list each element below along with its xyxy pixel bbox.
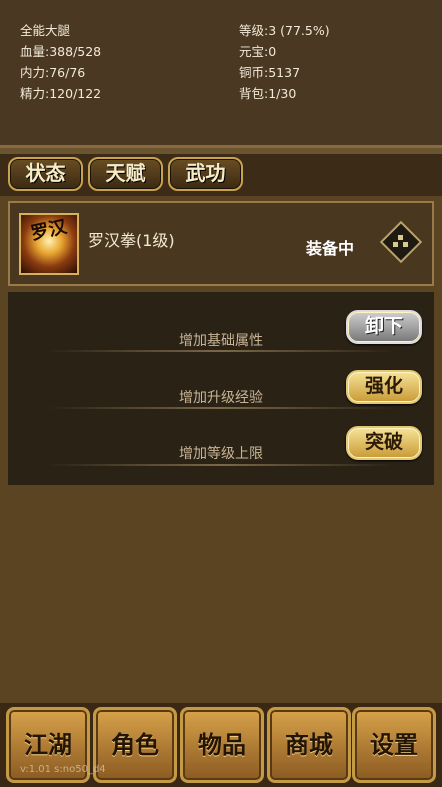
- level-stat: 等级:3 (77.5%): [239, 23, 330, 38]
- bag-stat: 背包:1/30: [239, 86, 297, 101]
- divider-line: [48, 350, 394, 352]
- nav-settings[interactable]: 设置: [352, 707, 436, 783]
- tab-status[interactable]: 状态: [8, 157, 83, 191]
- hp-stat: 血量:388/528: [20, 44, 102, 59]
- nav-shop[interactable]: 商城: [267, 707, 351, 783]
- skill-actions-panel: 增加基础属性 卸下 增加升级经验 强化 增加等级上限 突破: [8, 292, 434, 485]
- skill-card[interactable]: 罗汉 罗汉拳(1级) 装备中: [8, 201, 434, 286]
- tab-bar: 状态 天赋 武功: [0, 154, 442, 196]
- status-panel: 全能大腿 血量:388/528 内力:76/76 精力:120/122 等级:3…: [0, 0, 442, 148]
- copper-stat: 铜币:5137: [239, 65, 301, 80]
- divider-line: [48, 464, 394, 466]
- equip-slot-icon[interactable]: [379, 220, 423, 264]
- divider-line: [48, 407, 394, 409]
- tab-talent[interactable]: 天赋: [88, 157, 163, 191]
- breakthrough-button[interactable]: 突破: [346, 426, 422, 460]
- stamina-stat: 精力:120/122: [20, 86, 102, 101]
- yuanbao-stat: 元宝:0: [239, 44, 277, 59]
- enhance-button[interactable]: 强化: [346, 370, 422, 404]
- nav-items[interactable]: 物品: [180, 707, 264, 783]
- unequip-button[interactable]: 卸下: [346, 310, 422, 344]
- equip-status: 装备中: [306, 239, 355, 258]
- skill-icon-text: 罗汉: [29, 216, 69, 245]
- skill-name: 罗汉拳(1级): [88, 231, 175, 250]
- skill-icon: 罗汉: [19, 213, 79, 275]
- tab-martial-arts[interactable]: 武功: [168, 157, 243, 191]
- player-name: 全能大腿: [20, 23, 71, 38]
- inner-power-stat: 内力:76/76: [20, 65, 86, 80]
- version-text: v:1.01 s:no50_d4: [20, 764, 106, 775]
